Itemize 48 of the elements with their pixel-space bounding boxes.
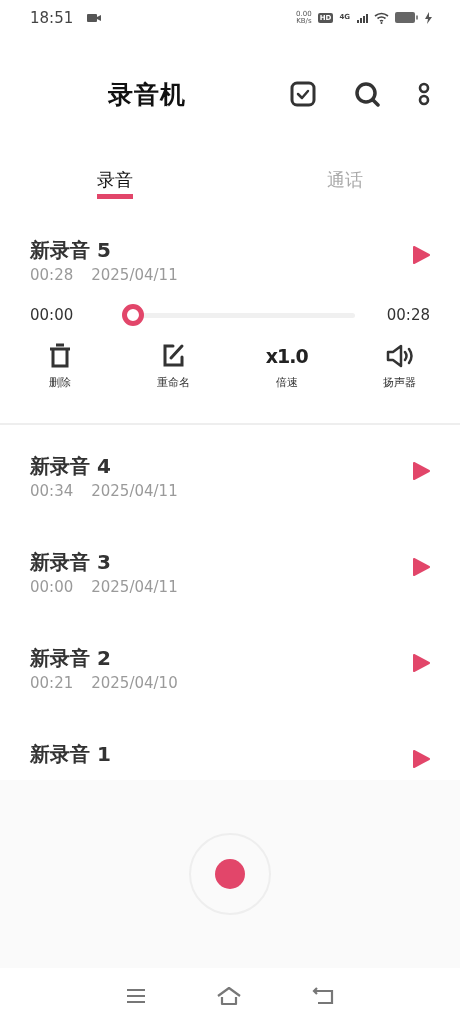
delete-button[interactable]: 删除: [30, 343, 90, 390]
recording-name: 新录音 4: [30, 453, 112, 480]
battery-icon: [395, 12, 419, 23]
play-icon[interactable]: [412, 245, 430, 265]
recording-name: 新录音 2: [30, 645, 112, 672]
trash-icon: [48, 343, 72, 369]
recording-date: 2025/04/11: [91, 266, 178, 284]
recording-item[interactable]: 新录音 3 00:00 2025/04/11: [0, 525, 460, 621]
back-icon[interactable]: [312, 987, 334, 1005]
recording-item[interactable]: 新录音 2 00:21 2025/04/10: [0, 621, 460, 717]
speed-button[interactable]: x1.0 倍速: [256, 343, 317, 390]
speaker-button[interactable]: 扬声器: [370, 343, 430, 390]
checkbox-icon[interactable]: [290, 81, 316, 107]
record-icon: [215, 859, 245, 889]
home-icon[interactable]: [216, 986, 242, 1006]
tab[interactable]: 录音: [0, 167, 230, 199]
recording-item[interactable]: 新录音 5 00:28 2025/04/11 00:00 00:28 删除 重命名 x1.0 倍速 扬声器: [0, 213, 460, 425]
app-title: 录音机: [108, 78, 186, 111]
speaker-icon: [385, 343, 415, 369]
recording-date: 2025/04/11: [91, 482, 178, 500]
video-camera-icon: [87, 12, 102, 23]
recording-date: 2025/04/10: [91, 674, 178, 692]
play-icon[interactable]: [412, 749, 430, 769]
recording-name: 新录音 5: [30, 237, 112, 264]
status-time: 18:51: [30, 8, 74, 27]
recording-duration: 00:28: [30, 266, 74, 284]
play-icon[interactable]: [412, 653, 430, 673]
recording-duration: 00:21: [30, 674, 74, 692]
charging-icon: [425, 11, 432, 24]
edit-icon: [161, 343, 186, 369]
rename-button[interactable]: 重命名: [143, 343, 204, 390]
recording-name: 新录音 3: [30, 549, 112, 576]
elapsed-time: 00:00: [30, 306, 74, 324]
more-icon[interactable]: [418, 81, 430, 107]
menu-icon[interactable]: [126, 988, 146, 1004]
recording-date: 2025/04/11: [91, 578, 178, 596]
wifi-icon: [374, 11, 389, 24]
play-icon[interactable]: [412, 557, 430, 577]
recording-item[interactable]: 新录音 1: [0, 717, 460, 780]
total-time: 00:28: [386, 306, 430, 324]
recording-duration: 00:34: [30, 482, 74, 500]
recording-duration: 00:00: [30, 578, 74, 596]
slider-thumb[interactable]: [122, 304, 145, 326]
search-icon[interactable]: [354, 81, 380, 107]
signal-icon: [356, 12, 368, 23]
play-icon[interactable]: [412, 461, 430, 481]
recording-name: 新录音 1: [30, 741, 112, 768]
recording-item[interactable]: 新录音 4 00:34 2025/04/11: [0, 429, 460, 525]
